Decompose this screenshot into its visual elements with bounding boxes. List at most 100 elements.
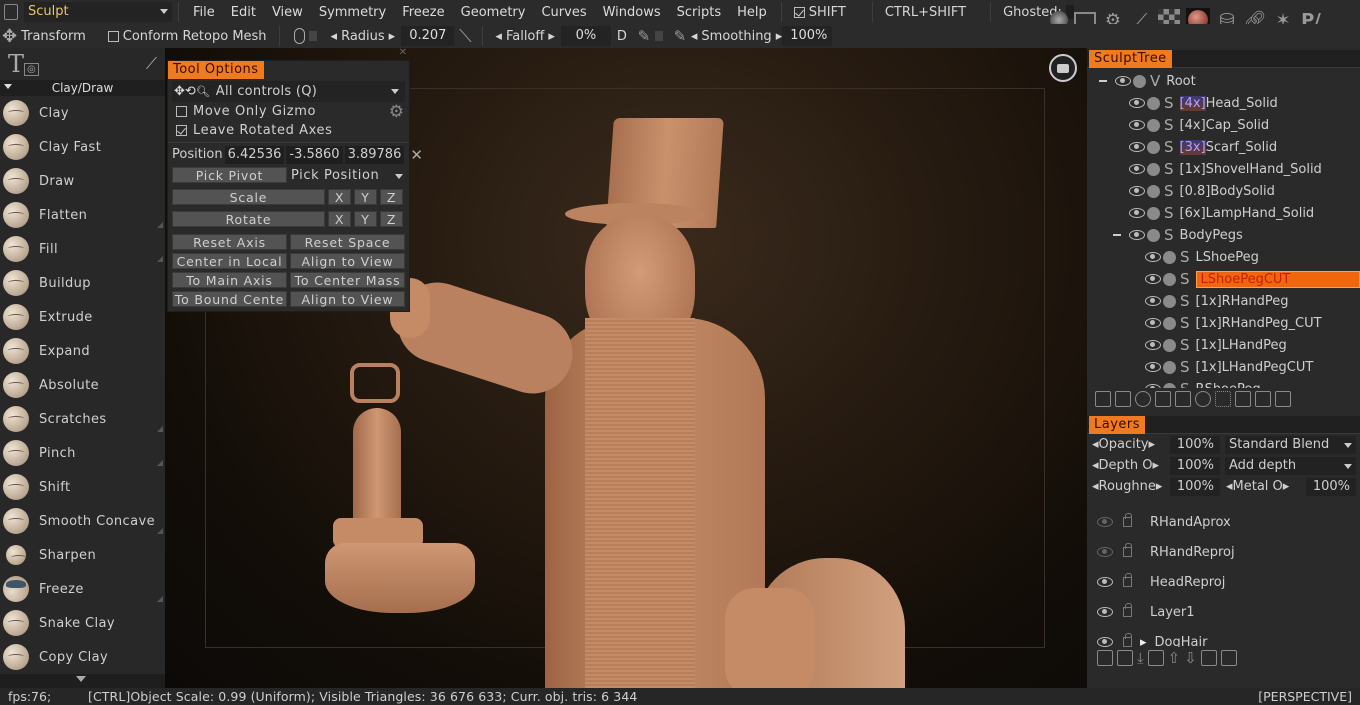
add-folder-icon[interactable] [1117,650,1133,666]
ghost-toggle-icon[interactable] [1147,162,1160,176]
layer-item[interactable]: ▸ DogHair [1087,627,1360,647]
tool-item[interactable]: Smooth Concave [0,504,165,538]
surface-mode-label[interactable]: S [1180,248,1190,266]
tree-group[interactable]: S BodyPegs [1087,224,1360,246]
roughness-value[interactable]: 100% [1170,477,1220,496]
close-icon[interactable]: ✕ [410,146,423,164]
expand-folder-icon[interactable]: ▸ [1140,635,1147,648]
reset-space-button[interactable]: Reset Space [290,234,405,250]
roughness-slider-label[interactable]: ◂Roughne▸ [1092,479,1170,494]
surface-mode-label[interactable]: S [1164,138,1174,156]
menu-symmetry[interactable]: Symmetry [311,5,394,20]
surface-mode-label[interactable]: S [1164,160,1174,178]
pick-position-select[interactable]: Pick Position [287,168,405,183]
tool-item[interactable]: Expand [0,334,165,368]
ghost-toggle-icon[interactable] [1133,74,1146,88]
smoothing-label[interactable]: ◂ Smoothing ▸ [691,29,782,44]
merge-down-icon[interactable]: ⤓ [1137,649,1144,667]
ghost-toggle-icon[interactable] [1147,118,1160,132]
visibility-eye-icon[interactable] [1145,340,1161,350]
tool-item[interactable]: Extrude [0,300,165,334]
clear-layer-icon[interactable] [1200,650,1217,666]
opacity-value[interactable]: 100% [1170,435,1220,454]
menu-edit[interactable]: Edit [223,5,264,20]
projection-mode[interactable]: [PERSPECTIVE] [1258,689,1352,704]
close-icon[interactable]: ✕ [399,47,407,58]
ghost-toggle-icon[interactable] [1163,382,1176,388]
duplicate-layer-icon[interactable] [1147,650,1164,666]
tree-item[interactable]: S [1x]RHandPeg_CUT [1087,312,1360,334]
visibility-eye-icon[interactable] [1115,76,1131,86]
menu-view[interactable]: View [264,5,311,20]
pencil-icon[interactable]: ✎ [669,25,691,47]
reset-axis-button[interactable]: Reset Axis [172,234,287,250]
visibility-eye-icon[interactable] [1097,637,1113,647]
tab-tool-options[interactable]: Tool Options [168,61,264,79]
tool-item[interactable]: Copy Clay [0,640,165,674]
falloff-value[interactable]: 0% [560,26,611,46]
tree-item[interactable]: S [4x] Head_Solid [1087,92,1360,114]
falloff-label[interactable]: ◂ Falloff ▸ [489,29,560,44]
scale-button[interactable]: Scale [172,189,325,205]
hidden-eye-icon[interactable] [1097,517,1113,527]
visibility-eye-icon[interactable] [1129,208,1145,218]
lock-icon[interactable] [1123,633,1132,647]
tool-item[interactable]: Snake Clay [0,606,165,640]
scale-y-button[interactable]: Y [354,189,377,205]
ghost-toggle-icon[interactable] [1147,206,1160,220]
depth-label[interactable]: D [611,29,633,44]
layer-item[interactable]: HeadReproj [1087,567,1360,597]
hidden-eye-icon[interactable] [1097,547,1113,557]
pen-icon[interactable]: ⟋ [146,54,157,74]
tool-item[interactable]: Flatten [0,198,165,232]
menu-help[interactable]: Help [729,5,775,20]
visibility-eye-icon[interactable] [1097,577,1113,587]
ghost-toggle-icon[interactable] [1163,338,1176,352]
ghost-toggle-icon[interactable] [1163,294,1176,308]
tool-item[interactable]: Draw [0,164,165,198]
ghost-toggle-icon[interactable] [1147,184,1160,198]
tree-item[interactable]: S [6x] LampHand_Solid [1087,202,1360,224]
tree-item[interactable]: S [1x]LHandPegCUT [1087,356,1360,378]
tree-item[interactable]: S [3x] Scarf_Solid [1087,136,1360,158]
align-to-view-button[interactable]: Align to View [290,253,405,269]
menu-curves[interactable]: Curves [533,5,594,20]
tool-item[interactable]: Scratches [0,402,165,436]
visibility-eye-icon[interactable] [1145,252,1161,262]
metal-value[interactable]: 100% [1306,477,1356,496]
position-z-field[interactable]: 3.89786 [344,145,405,164]
rotate-y-button[interactable]: Y [354,211,377,227]
pick-pivot-button[interactable]: Pick Pivot [172,167,287,183]
transform-tool[interactable]: ✥ Transform [0,26,92,47]
collapse-icon[interactable] [1113,234,1121,236]
add-object-icon[interactable] [1095,391,1111,407]
pen-pressure-icon[interactable]: ⟍ [454,25,476,47]
conform-retopo-checkbox[interactable]: Conform Retopo Mesh [102,29,273,44]
move-only-gizmo-checkbox[interactable]: Move Only Gizmo ⚙ [168,102,409,122]
depth-slider-label[interactable]: ◂Depth O▸ [1092,458,1170,473]
surface-mode-label[interactable]: S [1180,314,1190,332]
ghost-toggle-icon[interactable] [1147,96,1160,110]
metal-slider-label[interactable]: ◂Metal O▸ [1226,479,1306,494]
depth-mode-select[interactable]: Add depth [1225,456,1356,475]
tool-item[interactable]: Pinch [0,436,165,470]
menu-scripts[interactable]: Scripts [669,5,729,20]
leave-rotated-axes-checkbox[interactable]: Leave Rotated Axes [168,121,409,140]
lock-icon[interactable] [1123,573,1132,587]
tool-category-header[interactable]: Clay/Draw [0,80,165,96]
lock-icon[interactable] [308,31,317,41]
tab-layers[interactable]: Layers [1089,416,1146,434]
surface-mode-label[interactable]: S [1180,336,1190,354]
radius-value[interactable]: 0.207 [401,26,455,46]
menu-file[interactable]: File [185,5,223,20]
lock-icon[interactable] [1123,603,1132,617]
visibility-eye-icon[interactable] [1145,318,1161,328]
pencil-icon[interactable]: ✎ [633,25,655,47]
visibility-eye-icon[interactable] [1129,98,1145,108]
delete-layer-icon[interactable] [1220,650,1237,666]
tree-item[interactable]: S [1x]RHandPeg [1087,290,1360,312]
pivot-icon[interactable] [1195,391,1211,407]
menu-windows[interactable]: Windows [595,5,669,20]
surface-mode-label[interactable]: V [1150,72,1160,90]
surface-mode-label[interactable]: S [1180,380,1190,388]
